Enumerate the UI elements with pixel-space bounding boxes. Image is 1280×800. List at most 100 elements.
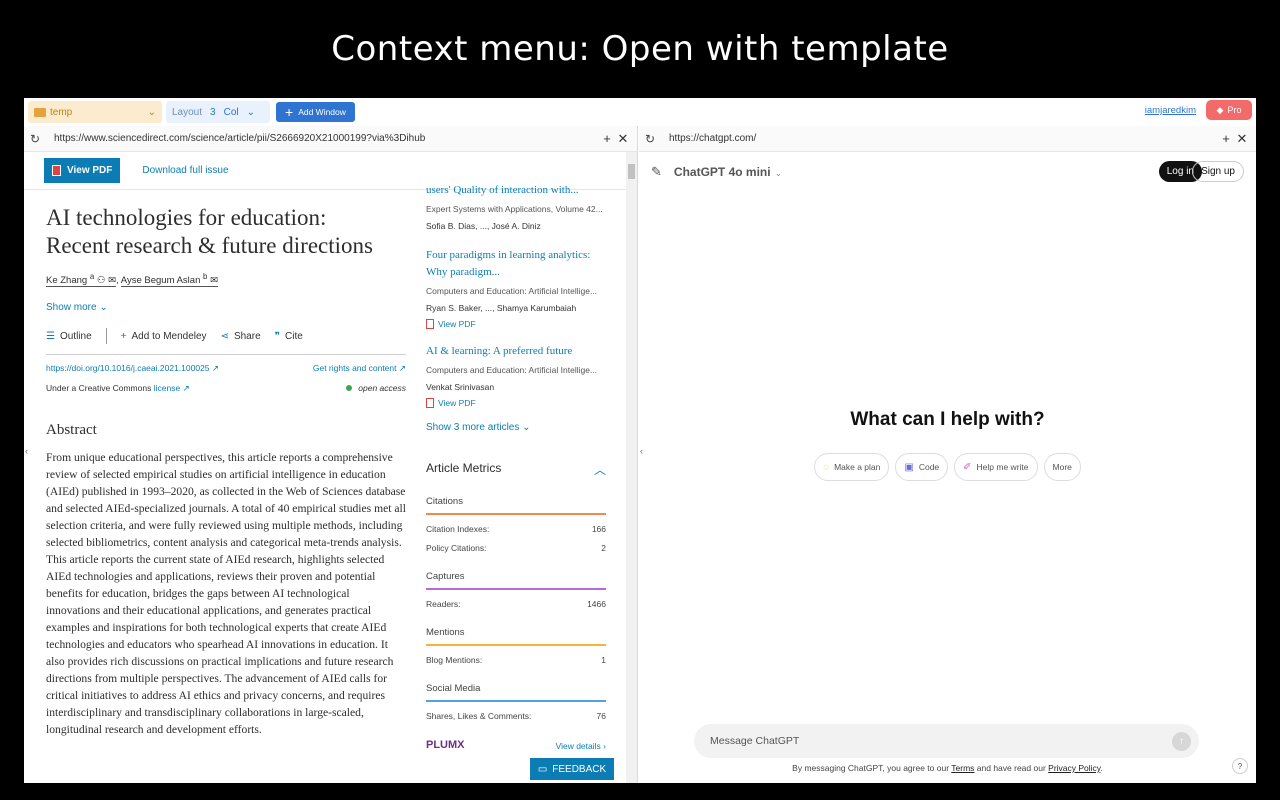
title-line-1: AI technologies for education: [46,205,327,230]
download-issue-link[interactable]: Download full issue [142,165,228,176]
layout-select[interactable]: Layout 3 Col ⌄ [166,101,270,123]
chatgpt-header: ✎ ChatGPT 4o mini ⌄ Log in Sign up [639,152,1256,192]
feedback-button[interactable]: ▭ FEEDBACK [530,758,614,780]
metric-label: Policy Citations: [426,543,487,553]
doi-link[interactable]: https://doi.org/10.1016/j.caeai.2021.100… [46,363,219,374]
metric-category: Mentions [426,627,606,646]
close-icon[interactable]: ✕ [1234,131,1250,147]
disclaimer-text: By messaging ChatGPT, you agree to our [792,763,950,773]
author-affiliation: b [203,272,208,281]
message-input[interactable]: Message ChatGPT ↑ [694,724,1199,758]
pdf-icon [426,319,434,329]
view-pdf-link[interactable]: View PDF [426,319,606,329]
send-arrow-icon[interactable]: ↑ [1172,732,1191,751]
terms-link[interactable]: Terms [951,763,974,773]
make-plan-chip[interactable]: ◌ Make a plan [814,453,890,481]
pdf-icon [426,398,434,408]
license-link[interactable]: license [154,383,180,393]
add-window-button[interactable]: + Add Window [276,102,355,122]
rights-text: Get rights and content [312,363,397,374]
view-pdf-button[interactable]: View PDF [44,158,121,183]
more-chip[interactable]: More [1043,453,1081,481]
share-button[interactable]: ⋖ Share [221,331,261,342]
chevron-down-icon: ⌄ [246,106,255,118]
user-link[interactable]: iamjaredkim [1145,105,1196,116]
chevron-left-icon[interactable]: ‹ [25,446,28,456]
pdf-icon [52,165,61,176]
privacy-link[interactable]: Privacy Policy [1048,763,1100,773]
close-icon[interactable]: ✕ [615,131,631,147]
pro-label: Pro [1227,105,1242,115]
view-details-link[interactable]: View details › [556,741,606,751]
related-article-authors: Sofia B. Dias, ..., José A. Diniz [426,221,541,231]
license-text: Under a Creative Commons license ↗ [46,383,190,394]
help-write-chip[interactable]: ✐ Help me write [954,453,1038,481]
reload-icon[interactable]: ↻ [645,132,659,146]
related-article-link[interactable]: users' Quality of interaction with... [426,182,606,199]
cite-label: Cite [285,330,303,342]
outline-label: Outline [59,330,92,342]
author-link[interactable]: Ke Zhang a ⚇ ✉ [46,272,117,288]
suggestion-chips: ◌ Make a plan ▣ Code ✐ Help me write More [639,453,1256,481]
metric-row: Blog Mentions: 1 [426,655,606,665]
pro-button[interactable]: ◆ Pro [1206,100,1252,120]
signup-button[interactable]: Sign up [1192,161,1244,182]
code-chip[interactable]: ▣ Code [895,453,949,481]
help-button[interactable]: ? [1232,758,1248,774]
related-article: AI & learning: A preferred future Comput… [426,343,606,408]
open-access-badge: open access [346,383,406,394]
layout-unit: Col [223,106,239,118]
left-url[interactable]: https://www.sciencedirect.com/science/ar… [54,133,599,144]
scrollbar[interactable] [626,152,637,783]
layout-label: Layout [172,106,203,118]
related-article-link[interactable]: Four paradigms in learning analytics: Wh… [426,247,606,281]
metrics-header[interactable]: Article Metrics ︿ [426,461,606,478]
lightbulb-icon: ◌ [823,461,830,473]
author-link[interactable]: Ayse Begum Aslan b ✉ [120,272,219,288]
metric-row: Shares, Likes & Comments: 76 [426,711,606,721]
pen-icon: ✐ [963,461,972,473]
chevron-down-icon: ⌄ [147,106,156,118]
view-pdf-label: View PDF [438,319,476,329]
chevron-up-icon[interactable]: ︿ [594,461,606,478]
share-label: Share [233,330,261,342]
layout-number[interactable]: 3 [210,107,216,118]
chip-label: Code [918,462,940,472]
plus-icon[interactable]: + [599,131,615,146]
metric-value: 1 [601,655,606,665]
mendeley-label: Add to Mendeley [131,330,207,342]
abstract-text: From unique educational perspectives, th… [46,451,406,737]
view-pdf-link[interactable]: View PDF [426,398,606,408]
show-more-link[interactable]: Show more ⌄ [46,302,406,313]
related-article-link[interactable]: AI & learning: A preferred future [426,343,606,360]
plus-icon: + [120,330,127,342]
show-more-articles-link[interactable]: Show 3 more articles ⌄ [426,422,606,433]
plus-icon[interactable]: + [1218,131,1234,146]
new-chat-icon[interactable]: ✎ [651,164,662,180]
outline-button[interactable]: ☰ Outline [46,331,92,342]
share-icon: ⋖ [220,330,229,342]
cite-button[interactable]: ❞ Cite [275,331,303,342]
metric-value: 2 [601,543,606,553]
mendeley-button[interactable]: + Add to Mendeley [121,331,207,342]
chevron-down-icon: ⌄ [774,168,783,178]
reload-icon[interactable]: ↻ [30,132,44,146]
right-url[interactable]: https://chatgpt.com/ [669,133,1218,144]
author-list: Ke Zhang a ⚇ ✉, Ayse Begum Aslan b ✉ [46,272,219,288]
metric-label: Blog Mentions: [426,655,483,665]
disclaimer-text: and have read our [976,763,1046,773]
article-title: AI technologies for education: Recent re… [46,204,406,260]
metric-label: Readers: [426,599,461,609]
plus-icon: + [285,104,294,120]
folder-select[interactable]: temp ⌄ [28,101,162,123]
title-line-2: Recent research & future directions [46,233,373,258]
scrollbar-thumb[interactable] [628,164,635,179]
show-more-articles-label: Show 3 more articles [426,422,520,433]
chip-label: Help me write [976,462,1029,472]
chat-icon: ▭ [537,763,548,775]
chevron-down-icon: ⌄ [522,422,531,433]
metric-value: 1466 [587,599,606,609]
hero-heading: What can I help with? [850,409,1045,430]
model-selector[interactable]: ChatGPT 4o mini ⌄ [674,165,782,179]
rights-link[interactable]: Get rights and content ↗ [313,363,406,374]
